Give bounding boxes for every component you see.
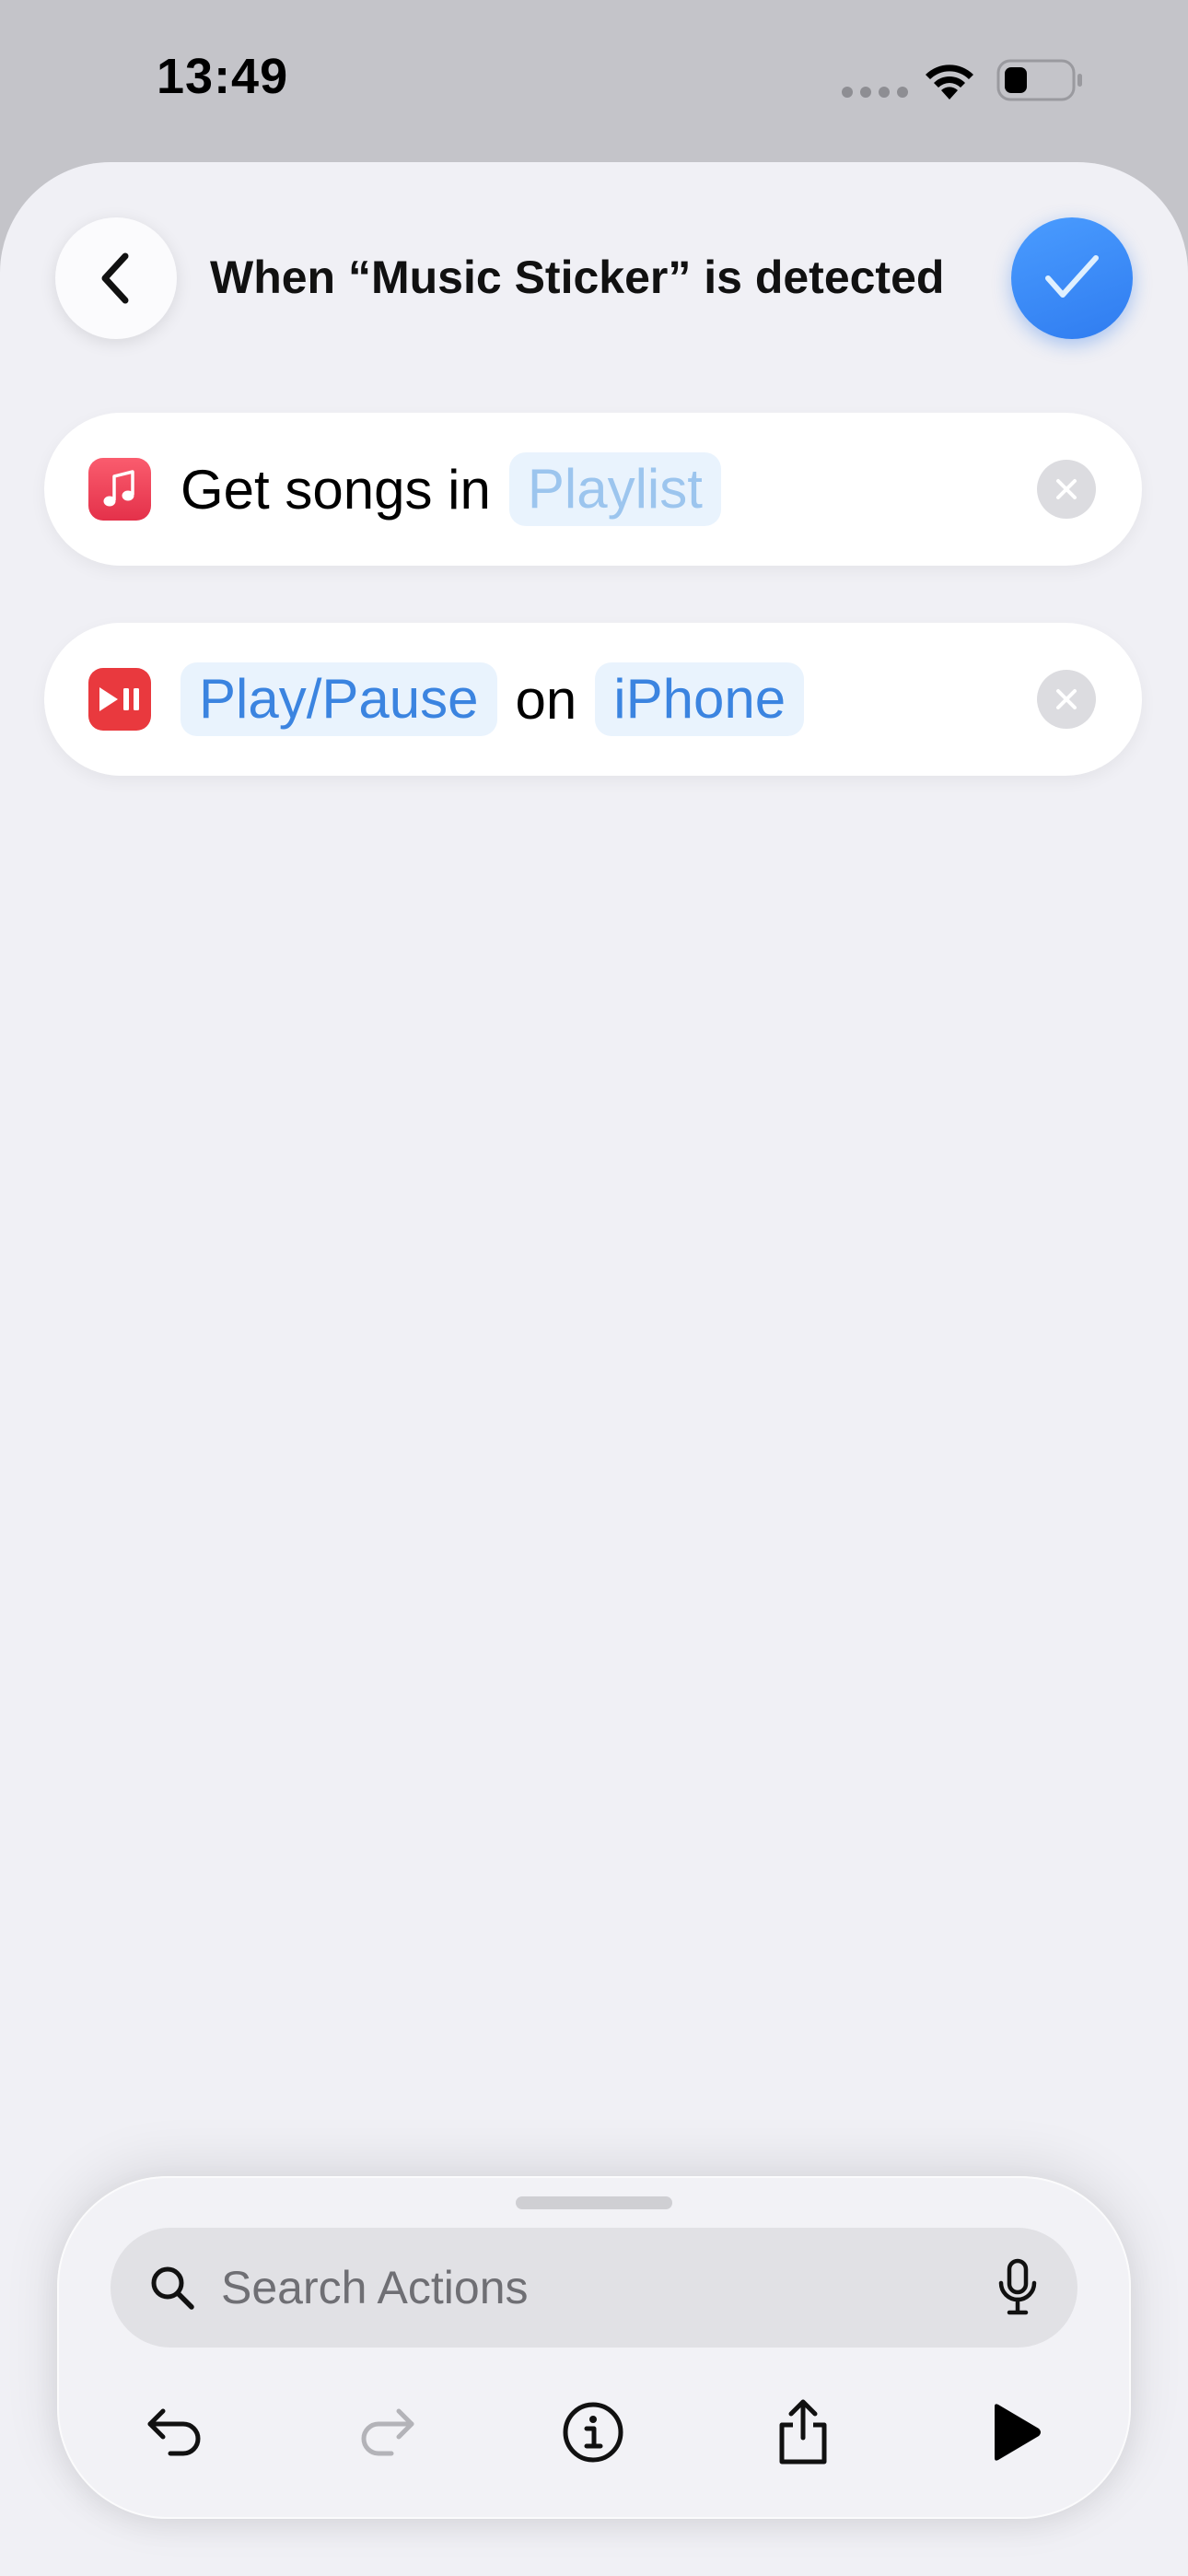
music-note-icon (88, 458, 151, 521)
microphone-icon[interactable] (995, 2257, 1041, 2318)
play-icon (995, 2404, 1041, 2461)
close-icon (1056, 479, 1077, 499)
status-time: 13:49 (157, 49, 289, 104)
play-pause-parameter[interactable]: Play/Pause (181, 662, 497, 736)
editor-toolbar (57, 2377, 1131, 2488)
action-connector: on (515, 668, 577, 731)
back-button[interactable] (55, 217, 177, 339)
action-search-panel (57, 2176, 1131, 2519)
remove-action-button[interactable] (1037, 460, 1096, 519)
info-button[interactable] (556, 2395, 630, 2469)
battery-icon (996, 59, 1082, 101)
redo-button[interactable] (350, 2395, 424, 2469)
share-icon (779, 2399, 827, 2465)
status-bar: 13:49 (0, 0, 1188, 157)
undo-button[interactable] (138, 2395, 212, 2469)
cellular-signal-icon (842, 87, 908, 98)
action-get-songs[interactable]: Get songs in Playlist (44, 413, 1142, 566)
remove-action-button[interactable] (1037, 670, 1096, 729)
action-play-pause[interactable]: Play/Pause on iPhone (44, 623, 1142, 776)
search-field[interactable] (111, 2228, 1077, 2348)
checkmark-icon (1045, 255, 1099, 298)
done-button[interactable] (1011, 217, 1133, 339)
search-icon (151, 2266, 194, 2310)
playlist-parameter[interactable]: Playlist (508, 452, 721, 526)
share-button[interactable] (766, 2395, 840, 2469)
run-shortcut-button[interactable] (978, 2395, 1052, 2469)
sheet-grabber[interactable] (516, 2196, 672, 2209)
action-label: Get songs in (181, 458, 491, 521)
device-parameter[interactable]: iPhone (595, 662, 805, 736)
redo-icon (361, 2408, 414, 2456)
automation-title: When “Music Sticker” is detected (210, 252, 945, 303)
undo-icon (147, 2408, 201, 2456)
search-input[interactable] (221, 2254, 976, 2322)
play-pause-icon (88, 668, 151, 731)
action-text: Get songs in Playlist (181, 413, 721, 566)
close-icon (1056, 689, 1077, 709)
chevron-left-icon (101, 252, 129, 304)
wifi-icon (926, 64, 973, 100)
info-icon (563, 2402, 623, 2463)
action-text: Play/Pause on iPhone (181, 623, 805, 776)
